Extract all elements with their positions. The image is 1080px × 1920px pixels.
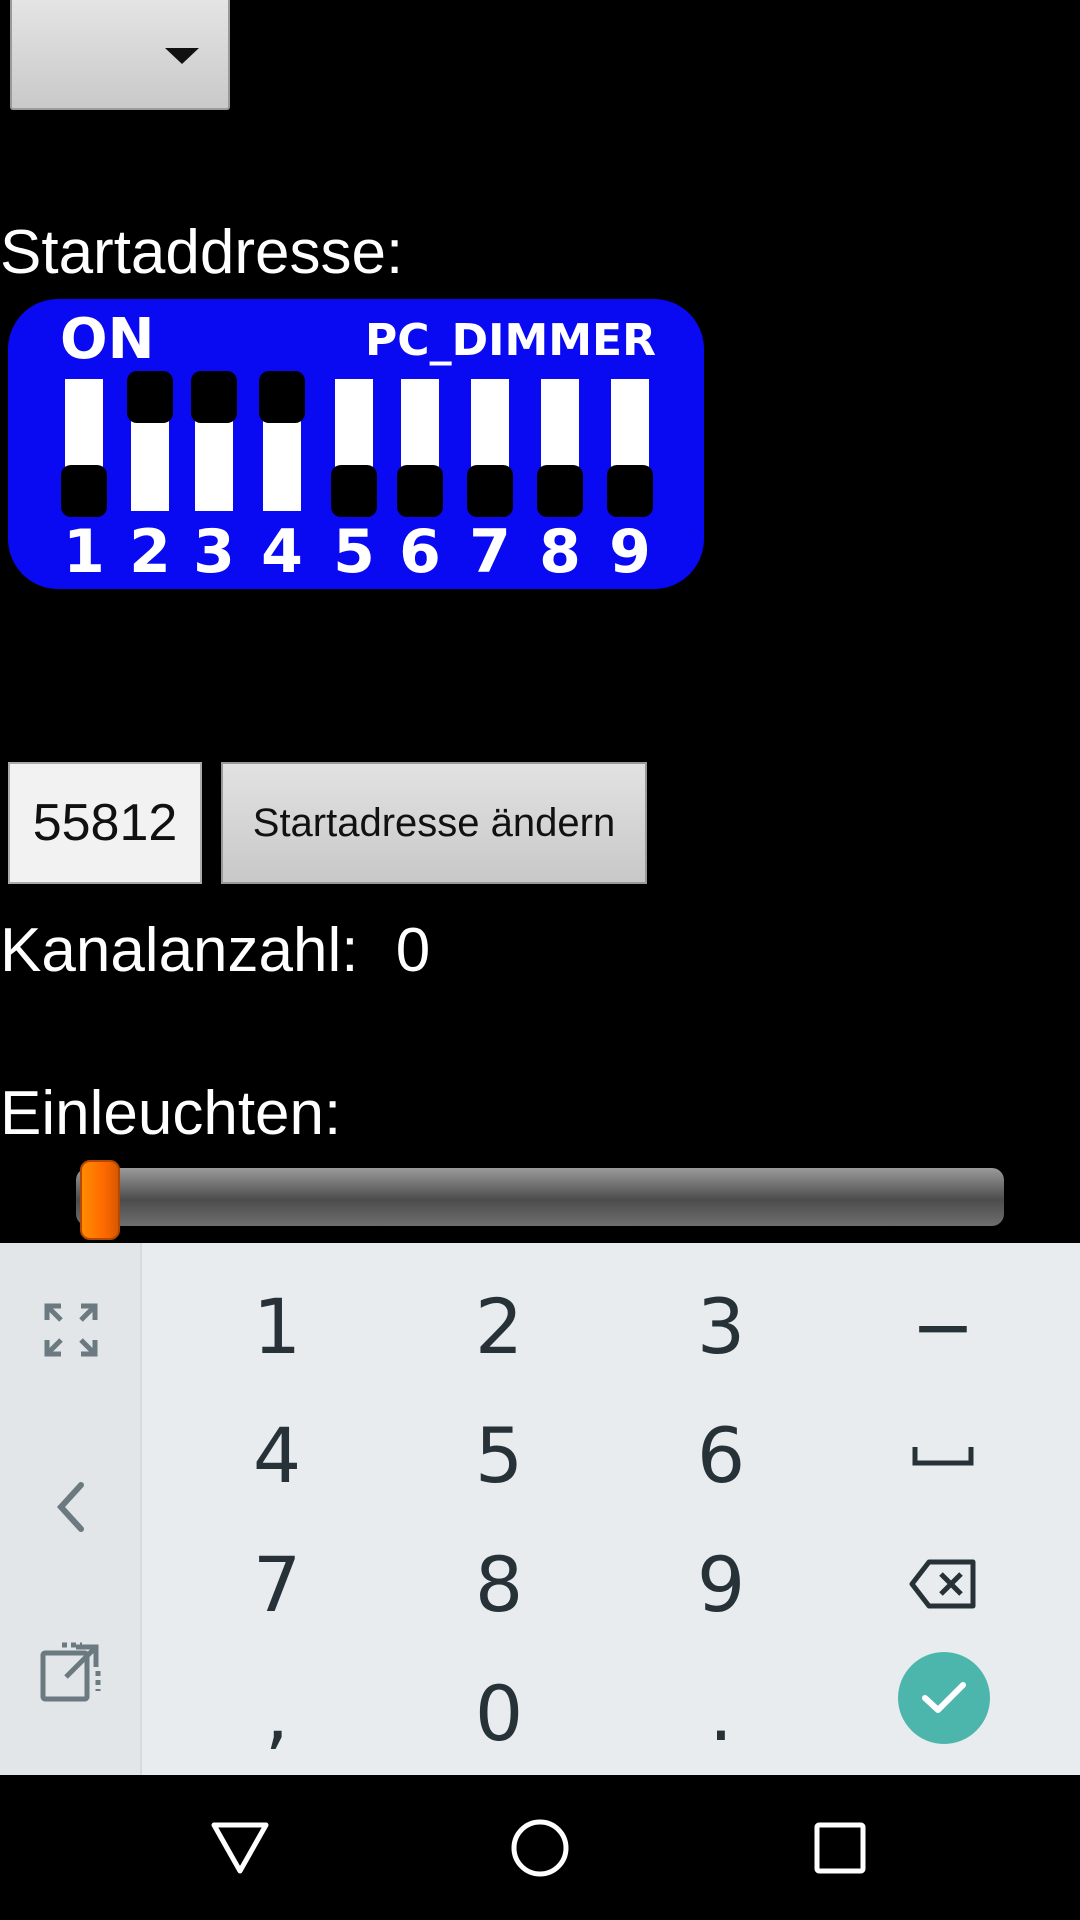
- screen: Startaddresse: ON PC_DIMMER 1 2 3 4 5 6 …: [0, 0, 1080, 1920]
- dip-number-3: 3: [193, 517, 235, 587]
- dip-number-8: 8: [539, 517, 581, 587]
- key-minus[interactable]: −: [832, 1261, 1054, 1391]
- arrow-left-icon: [56, 1482, 84, 1532]
- key-comma[interactable]: ,: [166, 1648, 388, 1778]
- key-6[interactable]: 6: [610, 1390, 832, 1520]
- dip-number-2: 2: [129, 517, 171, 587]
- dip-knob: [537, 465, 583, 517]
- space-icon: [912, 1447, 974, 1466]
- dip-knob: [467, 465, 513, 517]
- dip-switch-panel: ON PC_DIMMER 1 2 3 4 5 6 7 8 9: [8, 299, 704, 589]
- key-0[interactable]: 0: [388, 1648, 610, 1778]
- channel-count-label: Kanalanzahl:: [0, 916, 359, 985]
- dip-knob: [607, 465, 653, 517]
- keyboard-side-panel: [0, 1243, 142, 1775]
- dip-knob: [397, 465, 443, 517]
- dimming-slider-thumb[interactable]: [80, 1160, 120, 1240]
- start-address-input[interactable]: 55812: [8, 762, 202, 884]
- dip-knob: [61, 465, 107, 517]
- dip-number-5: 5: [333, 517, 375, 587]
- dip-switch-6[interactable]: [397, 379, 443, 517]
- device-spinner[interactable]: [10, 0, 230, 110]
- dip-switch-8[interactable]: [537, 379, 583, 517]
- channel-count-row: Kanalanzahl: 0: [0, 920, 430, 982]
- dip-knob: [259, 371, 305, 423]
- home-button[interactable]: [480, 1775, 600, 1920]
- change-start-address-button[interactable]: Startadresse ändern: [221, 762, 647, 884]
- dip-switch-3[interactable]: [191, 371, 237, 511]
- dimming-slider-track[interactable]: [76, 1168, 1004, 1226]
- caret-down-icon: [165, 48, 199, 64]
- channel-count-value: 0: [395, 916, 431, 985]
- key-backspace[interactable]: [832, 1519, 1054, 1649]
- key-period[interactable]: .: [610, 1648, 832, 1778]
- dip-number-4: 4: [261, 517, 303, 587]
- dip-switch-1[interactable]: [61, 379, 107, 517]
- key-space[interactable]: [832, 1390, 1054, 1520]
- fullscreen-key[interactable]: [0, 1265, 142, 1395]
- check-icon: [922, 1682, 966, 1713]
- popout-key[interactable]: [0, 1607, 142, 1737]
- dip-switch-5[interactable]: [331, 379, 377, 517]
- recents-icon: [814, 1822, 866, 1873]
- dip-number-9: 9: [609, 517, 651, 587]
- dip-on-label: ON: [60, 307, 155, 372]
- popout-icon: [40, 1642, 101, 1702]
- numeric-keyboard: 1 2 3 − 4 5 6 7 8 9 , 0 .: [0, 1243, 1080, 1775]
- dip-knob: [127, 371, 173, 423]
- back-button[interactable]: [180, 1775, 300, 1920]
- key-3[interactable]: 3: [610, 1261, 832, 1391]
- key-8[interactable]: 8: [388, 1519, 610, 1649]
- dip-knob: [331, 465, 377, 517]
- dip-brand-label: PC_DIMMER: [365, 315, 656, 366]
- dip-number-1: 1: [63, 517, 105, 587]
- dip-knob: [191, 371, 237, 423]
- dip-switch-7[interactable]: [467, 379, 513, 517]
- recents-button[interactable]: [780, 1775, 900, 1920]
- key-9[interactable]: 9: [610, 1519, 832, 1649]
- backspace-icon: [909, 1559, 976, 1609]
- dip-switch-2[interactable]: [127, 371, 173, 511]
- dimming-label: Einleuchten:: [0, 1079, 342, 1148]
- dip-switch-9[interactable]: [607, 379, 653, 517]
- key-4[interactable]: 4: [166, 1390, 388, 1520]
- key-2[interactable]: 2: [388, 1261, 610, 1391]
- dip-switch-4[interactable]: [259, 371, 305, 511]
- dip-number-6: 6: [399, 517, 441, 587]
- home-icon: [511, 1819, 569, 1876]
- key-5[interactable]: 5: [388, 1390, 610, 1520]
- dip-number-7: 7: [469, 517, 511, 587]
- arrow-left-key[interactable]: [0, 1442, 142, 1572]
- navigation-bar: [0, 1775, 1080, 1920]
- done-key[interactable]: [898, 1652, 990, 1744]
- fullscreen-icon: [44, 1303, 98, 1357]
- key-7[interactable]: 7: [166, 1519, 388, 1649]
- back-icon: [211, 1822, 269, 1873]
- key-1[interactable]: 1: [166, 1261, 388, 1391]
- start-address-label: Startaddresse:: [0, 218, 404, 287]
